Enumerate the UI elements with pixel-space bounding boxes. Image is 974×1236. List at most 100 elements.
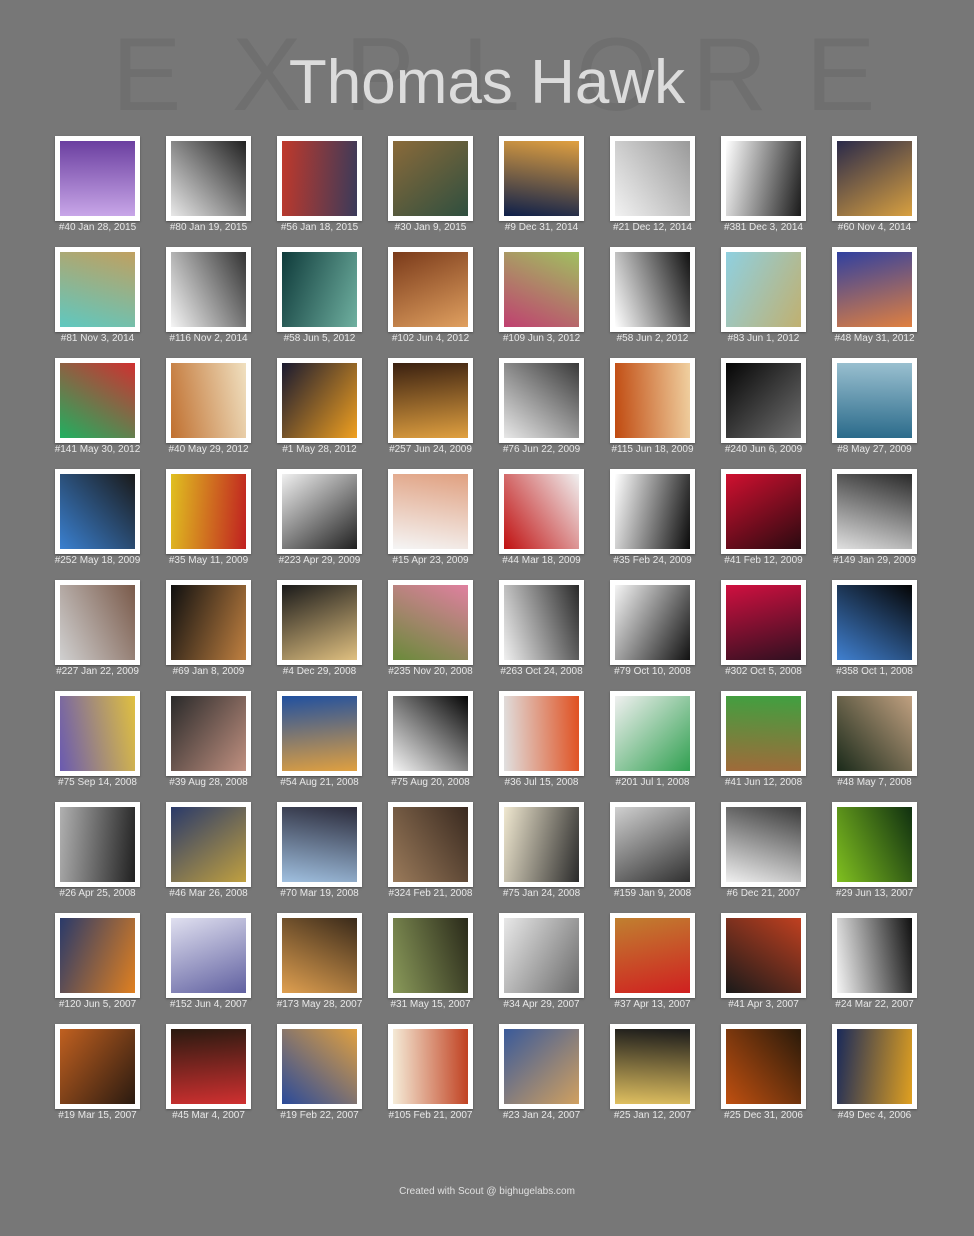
photo-thumbnail[interactable] [721,580,806,665]
photo-thumbnail[interactable] [832,580,917,665]
photo-thumbnail[interactable] [499,691,584,776]
photo-thumbnail[interactable] [166,358,251,443]
photo-thumbnail[interactable] [610,913,695,998]
footer-credit[interactable]: Created with Scout @ bighugelabs.com [0,1186,974,1197]
photo-thumbnail[interactable] [166,913,251,998]
photo-thumbnail[interactable] [55,691,140,776]
photo-image [726,918,801,993]
photo-tile: #58 Jun 2, 2012 [597,247,708,347]
photo-image [171,141,246,216]
photo-caption: #40 May 29, 2012 [168,444,249,455]
photo-thumbnail[interactable] [388,1024,473,1109]
photo-thumbnail[interactable] [499,1024,584,1109]
photo-thumbnail[interactable] [832,469,917,554]
photo-caption: #19 Feb 22, 2007 [280,1110,359,1121]
photo-thumbnail[interactable] [55,358,140,443]
photo-thumbnail[interactable] [832,136,917,221]
photo-thumbnail[interactable] [610,136,695,221]
photo-tile: #1 May 28, 2012 [264,358,375,458]
photo-thumbnail[interactable] [55,802,140,887]
photo-tile: #4 Dec 29, 2008 [264,580,375,680]
photo-caption: #120 Jun 5, 2007 [58,999,137,1010]
photo-thumbnail[interactable] [832,802,917,887]
photo-thumbnail[interactable] [166,1024,251,1109]
photo-tile: #141 May 30, 2012 [42,358,153,458]
photo-thumbnail[interactable] [721,1024,806,1109]
photo-caption: #45 Mar 4, 2007 [172,1110,245,1121]
photo-thumbnail[interactable] [721,247,806,332]
photo-thumbnail[interactable] [166,802,251,887]
photo-thumbnail[interactable] [277,913,362,998]
photo-thumbnail[interactable] [610,247,695,332]
photo-thumbnail[interactable] [277,1024,362,1109]
photo-thumbnail[interactable] [499,469,584,554]
photo-thumbnail[interactable] [832,358,917,443]
photo-image [171,474,246,549]
photo-thumbnail[interactable] [499,136,584,221]
photo-thumbnail[interactable] [277,247,362,332]
photo-thumbnail[interactable] [166,469,251,554]
photo-caption: #41 Feb 12, 2009 [724,555,803,566]
photo-thumbnail[interactable] [499,247,584,332]
photo-thumbnail[interactable] [499,580,584,665]
photo-thumbnail[interactable] [277,802,362,887]
photo-thumbnail[interactable] [55,1024,140,1109]
photo-tile: #41 Jun 12, 2008 [708,691,819,791]
photo-thumbnail[interactable] [388,358,473,443]
photo-thumbnail[interactable] [388,580,473,665]
photo-caption: #19 Mar 15, 2007 [58,1110,137,1121]
photo-thumbnail[interactable] [388,136,473,221]
photo-thumbnail[interactable] [55,580,140,665]
photo-thumbnail[interactable] [832,247,917,332]
photo-thumbnail[interactable] [610,802,695,887]
photo-thumbnail[interactable] [277,580,362,665]
photo-tile: #81 Nov 3, 2014 [42,247,153,347]
photo-thumbnail[interactable] [388,802,473,887]
photo-thumbnail[interactable] [721,691,806,776]
photo-tile: #115 Jun 18, 2009 [597,358,708,458]
photo-thumbnail[interactable] [610,469,695,554]
photo-thumbnail[interactable] [721,358,806,443]
photo-tile: #39 Aug 28, 2008 [153,691,264,791]
photo-thumbnail[interactable] [277,358,362,443]
photo-thumbnail[interactable] [388,913,473,998]
photo-tile: #45 Mar 4, 2007 [153,1024,264,1124]
photo-thumbnail[interactable] [277,691,362,776]
photo-caption: #46 Mar 26, 2008 [169,888,248,899]
photo-thumbnail[interactable] [55,136,140,221]
photo-thumbnail[interactable] [166,247,251,332]
photo-thumbnail[interactable] [721,802,806,887]
photo-thumbnail[interactable] [610,358,695,443]
photo-thumbnail[interactable] [721,913,806,998]
photo-thumbnail[interactable] [499,913,584,998]
photo-caption: #141 May 30, 2012 [54,444,141,455]
photo-thumbnail[interactable] [832,913,917,998]
photo-thumbnail[interactable] [388,469,473,554]
photo-thumbnail[interactable] [277,469,362,554]
photo-thumbnail[interactable] [166,691,251,776]
photo-thumbnail[interactable] [55,469,140,554]
photo-thumbnail[interactable] [832,1024,917,1109]
photo-thumbnail[interactable] [166,136,251,221]
photo-thumbnail[interactable] [166,580,251,665]
photo-thumbnail[interactable] [499,802,584,887]
photo-caption: #36 Jul 15, 2008 [504,777,579,788]
photo-thumbnail[interactable] [277,136,362,221]
photo-thumbnail[interactable] [55,247,140,332]
photo-thumbnail[interactable] [721,469,806,554]
photo-thumbnail[interactable] [832,691,917,776]
photo-thumbnail[interactable] [55,913,140,998]
photo-thumbnail[interactable] [388,247,473,332]
photo-image [393,585,468,660]
photo-thumbnail[interactable] [721,136,806,221]
photo-thumbnail[interactable] [610,1024,695,1109]
photo-caption: #23 Jan 24, 2007 [502,1110,581,1121]
photo-thumbnail[interactable] [610,691,695,776]
photo-thumbnail[interactable] [388,691,473,776]
photo-image [60,918,135,993]
photo-thumbnail[interactable] [499,358,584,443]
photo-tile: #120 Jun 5, 2007 [42,913,153,1013]
photo-thumbnail[interactable] [610,580,695,665]
photo-image [615,474,690,549]
photo-tile: #35 Feb 24, 2009 [597,469,708,569]
